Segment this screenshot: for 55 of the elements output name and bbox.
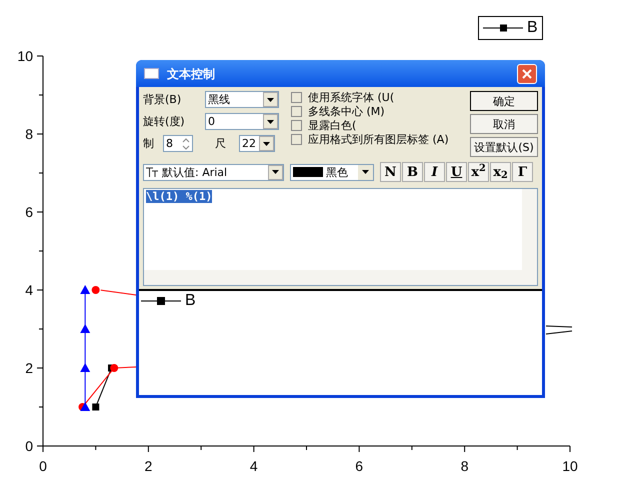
window-title: 文本控制	[167, 66, 216, 82]
cut-off-line-drawing	[100, 290, 136, 296]
x-tick-label: 0	[39, 458, 47, 474]
field-label: 制	[143, 138, 155, 149]
checkbox[interactable]	[291, 106, 302, 117]
dropdown-field[interactable]: 黑线	[205, 91, 279, 108]
vertical-scrollbar[interactable]	[522, 189, 537, 270]
dialog-button[interactable]: 取消	[470, 114, 538, 134]
format-button[interactable]: I	[424, 162, 445, 182]
y-tick-label: 4	[25, 282, 33, 298]
format-button[interactable]: U	[446, 162, 467, 182]
line-fragment	[546, 326, 572, 334]
font-icon	[146, 166, 160, 178]
x-tick-label: 4	[250, 458, 258, 474]
window-icon	[144, 68, 159, 79]
checkbox-option[interactable]: 多线条中心 (M)	[291, 106, 462, 117]
checkbox[interactable]	[291, 120, 302, 131]
checkbox[interactable]	[291, 134, 302, 145]
y-tick-label: 6	[25, 204, 33, 220]
x-tick-label: 10	[562, 458, 578, 474]
x-tick-label: 8	[460, 458, 468, 474]
horizontal-scrollbar[interactable]	[144, 270, 537, 285]
x-tick-label: 6	[355, 458, 364, 474]
field-label: 旋转(度)	[143, 116, 186, 127]
text-editor[interactable]: \l(1) %(1)	[143, 188, 538, 286]
y-tick-label: 2	[25, 360, 33, 376]
close-button[interactable]	[517, 64, 537, 84]
format-button[interactable]: x$^{2}$	[468, 162, 489, 182]
editor-text: \l(1) %(1)	[146, 190, 212, 203]
format-button[interactable]: N	[380, 162, 401, 182]
format-button[interactable]: Γ	[512, 162, 533, 182]
legend-label: B	[185, 293, 196, 309]
close-icon	[522, 68, 532, 78]
y-tick-label: 0	[25, 438, 33, 454]
color-dropdown[interactable]: 黑色	[290, 164, 374, 180]
dropdown-field[interactable]: 0	[205, 113, 279, 130]
format-button[interactable]: B	[402, 162, 423, 182]
format-button[interactable]: x$_{2}$	[490, 162, 511, 182]
field-label: 尺	[215, 138, 227, 149]
checkbox-option[interactable]: 应用格式到所有图层标签 (A)	[291, 134, 462, 145]
spinner-field[interactable]: 8	[163, 135, 193, 152]
spinner-arrows-icon	[180, 136, 192, 150]
checkbox[interactable]	[291, 92, 302, 103]
dropdown-field[interactable]: 22	[239, 135, 275, 152]
x-tick-label: 2	[144, 458, 152, 474]
field-label: 背景(B)	[143, 94, 182, 105]
dialog-button[interactable]: 确定	[470, 91, 538, 111]
legend-label: B	[527, 20, 538, 36]
checkbox-option[interactable]: 显露白色(	[291, 120, 462, 131]
legend-symbol-icon	[483, 24, 523, 32]
dialog-button[interactable]: 设置默认(S)	[470, 137, 538, 157]
font-dropdown[interactable]: 默认值: Arial	[143, 164, 284, 180]
checkbox-option[interactable]: 使用系统字体 (U(	[291, 92, 462, 103]
y-tick-label: 8	[25, 126, 33, 142]
y-tick-label: 10	[17, 48, 33, 64]
